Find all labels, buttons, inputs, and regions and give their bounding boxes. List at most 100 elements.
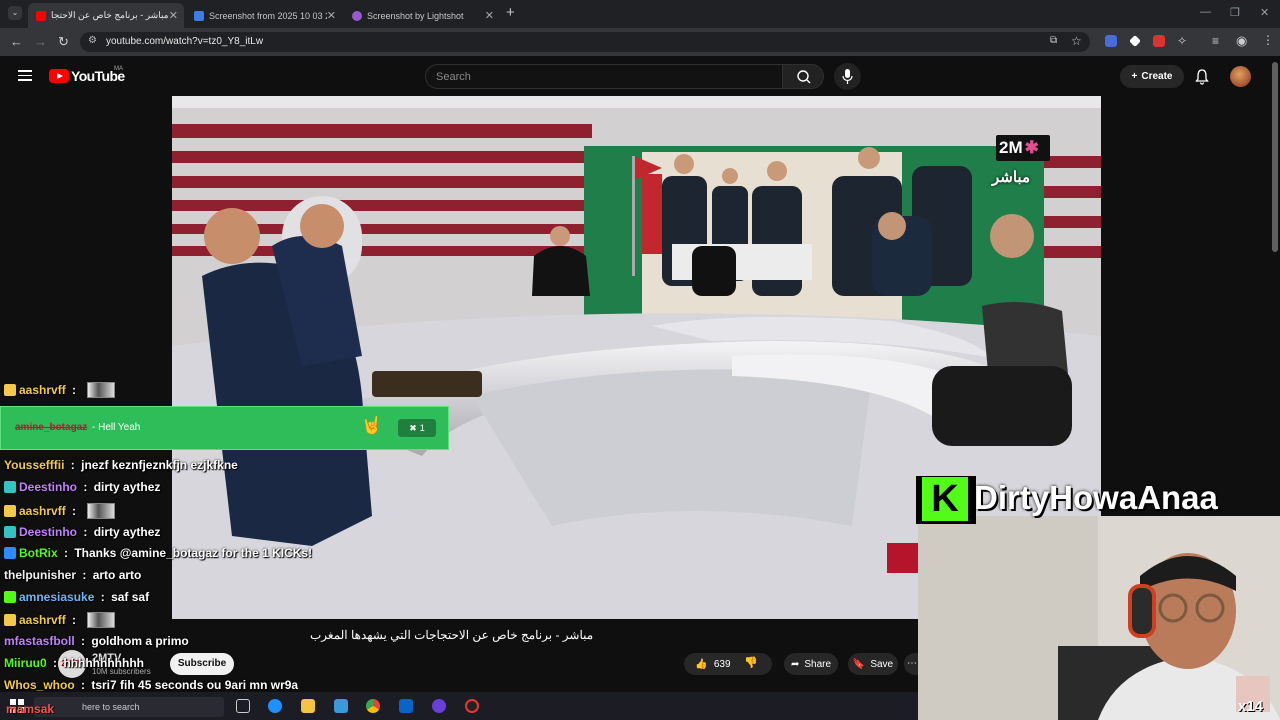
cast-icon[interactable]: ⧉ (1050, 35, 1057, 46)
channel-watermark: 2M ✱ (996, 135, 1050, 161)
page-scrollbar[interactable] (1272, 62, 1278, 252)
lightshot-favicon-icon (352, 10, 362, 21)
taskbar-overlay-user: mamsak (6, 702, 55, 716)
chat-username[interactable]: aashrvff (19, 504, 66, 518)
rock-hand-icon: 🤘 (361, 416, 383, 435)
minimize-icon[interactable]: — (1200, 6, 1211, 18)
chat-message: Miiruu0 : hhhhhhhhhhh (4, 656, 144, 670)
search-button[interactable] (782, 64, 824, 89)
chat-message: aashrvff : (4, 612, 116, 628)
chat-separator: : (68, 613, 80, 627)
chat-separator: : (97, 590, 109, 604)
browser-tab-screenshot[interactable]: Screenshot from 2025 10 03 23 ✕ (186, 3, 342, 28)
chat-separator: : (68, 383, 80, 397)
forward-icon[interactable]: → (34, 34, 47, 49)
chat-separator: : (77, 678, 89, 692)
chat-username[interactable]: Youssefffii (4, 458, 64, 472)
voice-search-button[interactable] (834, 63, 861, 90)
search-input[interactable]: Search (425, 64, 783, 89)
chat-username[interactable]: mfastasfboll (4, 634, 75, 648)
tab-search-icon[interactable]: ⌄ (8, 6, 22, 20)
save-label: Save (870, 658, 894, 670)
file-explorer-icon[interactable] (301, 699, 315, 713)
streamer-name: DirtyHowaAnaa (974, 479, 1218, 516)
tab-title: Screenshot from 2025 10 03 23 (209, 10, 327, 21)
chat-text: dirty aythez (93, 480, 161, 494)
chat-badge-icon (4, 547, 16, 559)
chat-username[interactable]: Deestinho (19, 480, 77, 494)
share-button[interactable]: ➦ Share (784, 653, 838, 675)
app-icon[interactable] (432, 699, 446, 713)
close-tab-icon[interactable]: ✕ (485, 9, 494, 22)
browser-menu-icon[interactable]: ⋮ (1262, 33, 1274, 47)
reload-icon[interactable]: ↻ (58, 34, 69, 50)
chrome-icon[interactable] (366, 699, 380, 713)
extension-icon[interactable] (1105, 35, 1117, 47)
outlook-icon[interactable] (399, 699, 413, 713)
extensions-puzzle-icon[interactable]: ✧ (1177, 34, 1187, 48)
address-bar[interactable]: ⚙ youtube.com/watch?v=tz0_Y8_itLw (80, 32, 1090, 52)
chat-username[interactable]: thelpunisher (4, 568, 76, 582)
chat-emote-icon (87, 382, 116, 398)
chat-username[interactable]: amnesiasuke (19, 590, 94, 604)
chat-text: saf saf (111, 590, 150, 604)
maximize-icon[interactable]: ❐ (1230, 6, 1240, 19)
chat-badge-icon (4, 591, 16, 603)
close-window-icon[interactable]: ✕ (1260, 6, 1269, 19)
back-icon[interactable]: ← (10, 34, 23, 49)
tab-title: Screenshot by Lightshot (367, 10, 464, 21)
create-button[interactable]: + Create (1120, 65, 1184, 88)
store-icon[interactable] (334, 699, 348, 713)
chat-badge-icon (4, 384, 16, 396)
save-button[interactable]: 🔖 Save (848, 653, 898, 675)
task-view-icon[interactable] (236, 699, 250, 713)
screen: ⌄ مباشر - برنامج خاص عن الاحتجا ✕ Screen… (0, 0, 1280, 720)
obs-icon[interactable] (465, 699, 479, 713)
subscribe-button[interactable]: Subscribe (170, 653, 234, 675)
bookmark-star-icon[interactable]: ☆ (1071, 34, 1082, 48)
chat-username[interactable]: aashrvff (19, 383, 66, 397)
reading-list-icon[interactable]: ≡ (1212, 34, 1219, 48)
chat-badge-icon (4, 614, 16, 626)
like-button[interactable]: 👍 639 (686, 653, 740, 675)
chat-badge-icon (4, 481, 16, 493)
2m-star-icon: ✱ (1024, 138, 1039, 157)
chat-text: tsri7 fih 45 seconds ou 9ari mn wr9a (91, 678, 299, 692)
account-avatar[interactable] (1230, 66, 1251, 87)
chat-badge-icon (4, 505, 16, 517)
edge-icon[interactable] (268, 699, 282, 713)
chat-separator: : (80, 480, 91, 494)
taskbar-search[interactable]: here to search (34, 697, 224, 717)
chat-username[interactable]: Miiruu0 (4, 656, 47, 670)
close-tab-icon[interactable]: ✕ (327, 9, 336, 22)
notifications-button[interactable] (1194, 68, 1210, 90)
profile-icon[interactable]: ◉ (1236, 33, 1247, 49)
menu-icon[interactable] (18, 70, 32, 81)
chat-message: Whos_whoo : tsri7 fih 45 seconds ou 9ari… (4, 678, 298, 692)
channel-watermark-text: 2M (999, 138, 1023, 157)
chat-separator: : (80, 525, 91, 539)
kick-logo-icon: K (922, 477, 968, 521)
close-tab-icon[interactable]: ✕ (169, 9, 178, 22)
extension-icon[interactable] (1153, 35, 1165, 47)
chat-separator: : (79, 568, 90, 582)
browser-tab-youtube[interactable]: مباشر - برنامج خاص عن الاحتجا ✕ (28, 3, 184, 28)
dislike-button[interactable]: 👎 (744, 656, 758, 669)
chat-username[interactable]: aashrvff (19, 613, 66, 627)
chat-username[interactable]: BotRix (19, 546, 58, 560)
microphone-icon (842, 69, 853, 84)
chat-username[interactable]: Whos_whoo (4, 678, 75, 692)
browser-tab-lightshot[interactable]: Screenshot by Lightshot ✕ (344, 3, 500, 28)
corner-label: x14 (1238, 698, 1264, 715)
new-tab-icon[interactable]: + (506, 4, 515, 21)
chat-message: mfastasfboll : goldhom a primo (4, 634, 189, 648)
taskbar-search-placeholder: here to search (82, 702, 140, 712)
site-info-icon[interactable]: ⚙ (88, 35, 97, 46)
create-label: Create (1141, 71, 1173, 82)
chat-username[interactable]: Deestinho (19, 525, 77, 539)
kick-count: 1 (419, 423, 425, 433)
search-placeholder: Search (436, 71, 471, 83)
chat-message: Deestinho : dirty aythez (4, 480, 160, 494)
youtube-logo-icon[interactable] (49, 69, 69, 83)
chat-message: BotRix : Thanks @amine_botagaz for the 1… (4, 546, 312, 560)
